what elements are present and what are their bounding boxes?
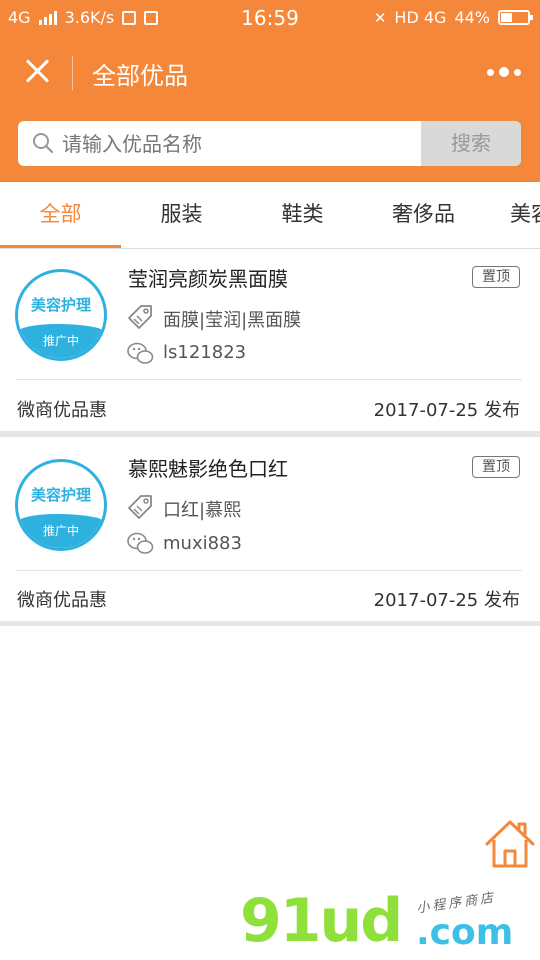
item-title: 慕熙魅影绝色口红 bbox=[128, 457, 288, 481]
search-input[interactable] bbox=[62, 121, 432, 166]
beauty-care-badge: 美容护理 推广中 bbox=[15, 459, 107, 551]
more-options-icon[interactable] bbox=[486, 62, 522, 82]
network-right-label: HD 4G bbox=[394, 8, 447, 27]
tab-all[interactable]: 全部 bbox=[0, 182, 121, 248]
search-button[interactable]: 搜索 bbox=[421, 121, 521, 166]
page-title: 全部优品 bbox=[92, 62, 188, 90]
header: 全部优品 bbox=[0, 36, 540, 112]
battery-icon bbox=[498, 10, 533, 25]
divider bbox=[16, 379, 522, 380]
tab-shoes[interactable]: 鞋类 bbox=[242, 182, 363, 248]
category-tabs: 全部 服装 鞋类 奢侈品 美容 bbox=[0, 182, 540, 249]
publish-date: 2017-07-25 发布 bbox=[373, 400, 520, 421]
shop-name: 微商优品惠 bbox=[17, 590, 107, 611]
watermark-domain: .com bbox=[416, 912, 514, 953]
wechat-id: ls121823 bbox=[163, 342, 247, 363]
item-title: 莹润亮颜炭黑面膜 bbox=[128, 267, 288, 291]
close-icon[interactable] bbox=[18, 52, 58, 92]
wechat-icon bbox=[127, 342, 154, 364]
mute-icon: ✕ bbox=[373, 8, 387, 27]
search-icon bbox=[33, 133, 54, 154]
publish-date: 2017-07-25 发布 bbox=[373, 590, 520, 611]
shop-name: 微商优品惠 bbox=[17, 400, 107, 421]
header-divider bbox=[72, 56, 73, 90]
badge-label: 美容护理 bbox=[30, 296, 91, 314]
wechat-id: muxi883 bbox=[163, 533, 242, 554]
pin-badge: 置顶 bbox=[472, 456, 520, 478]
pin-badge: 置顶 bbox=[472, 266, 520, 288]
tag-icon bbox=[128, 305, 152, 329]
item-tags: 面膜|莹润|黑面膜 bbox=[163, 310, 302, 331]
top-bar: 4G 3.6K/s 16:59 ✕ HD 4G 44% 全部优品 搜索 bbox=[0, 0, 540, 182]
badge-status: 推广中 bbox=[42, 334, 79, 348]
watermark-main: 91ud bbox=[240, 886, 403, 956]
tag-icon bbox=[128, 495, 152, 519]
tab-beauty[interactable]: 美容 bbox=[478, 182, 540, 248]
wechat-icon bbox=[127, 532, 154, 554]
search-bar: 搜索 bbox=[18, 121, 521, 166]
beauty-care-badge: 美容护理 推广中 bbox=[15, 269, 107, 361]
item-separator bbox=[0, 621, 540, 626]
tab-clothing[interactable]: 服装 bbox=[121, 182, 242, 248]
tab-luxury[interactable]: 奢侈品 bbox=[363, 182, 484, 248]
list-item[interactable]: 美容护理 推广中 慕熙魅影绝色口红 置顶 口红|慕熙 muxi883 微商优品惠… bbox=[0, 437, 540, 621]
site-watermark: 91ud 小程序商店 .com bbox=[240, 886, 540, 960]
badge-status: 推广中 bbox=[42, 524, 79, 538]
item-tags: 口红|慕熙 bbox=[163, 500, 242, 521]
list-item[interactable]: 美容护理 推广中 莹润亮颜炭黑面膜 置顶 面膜|莹润|黑面膜 ls121823 … bbox=[0, 249, 540, 431]
battery-percent: 44% bbox=[454, 8, 490, 27]
badge-label: 美容护理 bbox=[30, 486, 91, 504]
divider bbox=[16, 570, 522, 571]
home-icon[interactable] bbox=[483, 818, 537, 870]
status-bar: 4G 3.6K/s 16:59 ✕ HD 4G 44% bbox=[0, 0, 540, 36]
